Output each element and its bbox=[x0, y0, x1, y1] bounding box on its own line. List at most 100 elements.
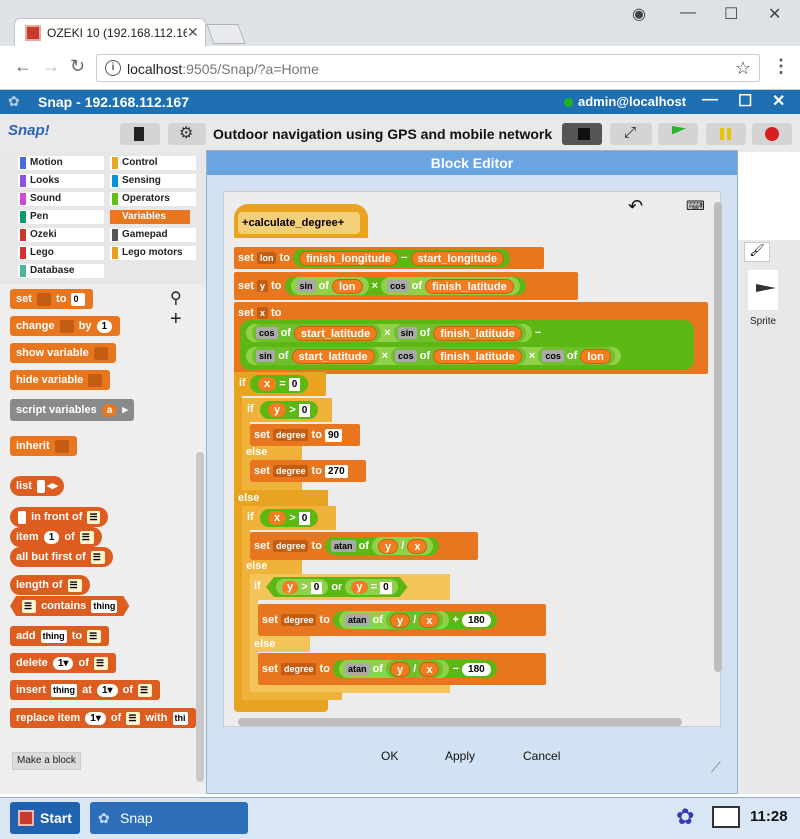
var-reporter[interactable]: y bbox=[390, 612, 411, 628]
func-dropdown[interactable]: atan bbox=[345, 663, 370, 676]
num-slot[interactable]: 180 bbox=[462, 662, 491, 676]
func-dropdown[interactable]: cos bbox=[395, 350, 417, 363]
var-reporter[interactable]: start_latitude bbox=[291, 348, 375, 364]
sprite-thumbnail[interactable] bbox=[748, 270, 778, 310]
func-dropdown[interactable]: cos bbox=[542, 350, 564, 363]
item-slot[interactable] bbox=[18, 510, 26, 524]
category-variables[interactable]: Variables bbox=[110, 210, 190, 224]
undo-icon[interactable]: ↶ bbox=[628, 196, 643, 217]
func-dropdown[interactable]: atan bbox=[345, 614, 370, 627]
delete-from-list-block[interactable]: delete 1▾ of ☰ bbox=[10, 653, 116, 673]
times-reporter[interactable]: sin of lon × cos of finish_latitude bbox=[284, 277, 526, 296]
script-variables-block[interactable]: script variables a ▸ bbox=[10, 399, 134, 421]
num-slot[interactable]: 0 bbox=[288, 378, 301, 391]
var-reporter[interactable]: y bbox=[351, 581, 367, 594]
cos-reporter[interactable]: cos of finish_latitude bbox=[381, 277, 520, 296]
var-reporter[interactable]: finish_latitude bbox=[433, 325, 522, 341]
category-lego[interactable]: Lego bbox=[18, 246, 104, 260]
or-reporter[interactable]: y > 0 or y = 0 bbox=[266, 577, 408, 597]
replace-item-block[interactable]: replace item 1▾ of ☰ with thi bbox=[10, 708, 196, 728]
item-of-block[interactable]: item 1 of ☰ bbox=[10, 527, 102, 547]
var-reporter[interactable]: x bbox=[268, 511, 287, 525]
var-dropdown[interactable] bbox=[59, 319, 74, 333]
reload-icon[interactable]: ↻ bbox=[70, 56, 85, 77]
div-reporter[interactable]: y / x bbox=[386, 611, 444, 630]
new-tab-button[interactable] bbox=[206, 24, 246, 44]
var-reporter[interactable]: finish_latitude bbox=[433, 348, 522, 364]
ok-button[interactable]: OK bbox=[381, 749, 398, 763]
list-slot[interactable]: ☰ bbox=[93, 656, 108, 670]
set-x-block[interactable]: set x to cos of start_latitude × sin of … bbox=[234, 302, 708, 374]
palette-scrollbar[interactable] bbox=[196, 452, 204, 782]
category-looks[interactable]: Looks bbox=[18, 174, 104, 188]
list-slot[interactable]: ☰ bbox=[67, 578, 82, 592]
hide-variable-block[interactable]: hide variable bbox=[10, 370, 111, 390]
sin-reporter[interactable]: sin of finish_latitude bbox=[393, 324, 526, 343]
search-icon[interactable]: ⚲ bbox=[170, 288, 182, 308]
set-degree-atan-minus-180[interactable]: set degree to atan of y / x − 180 bbox=[258, 653, 546, 685]
add-to-list-block[interactable]: add thing to ☰ bbox=[10, 626, 110, 646]
index-slot[interactable]: 1▾ bbox=[52, 656, 74, 670]
list-slot[interactable] bbox=[36, 479, 45, 493]
var-reporter[interactable]: y bbox=[390, 661, 411, 677]
script-vertical-scrollbar[interactable] bbox=[714, 202, 722, 672]
atan-reporter[interactable]: atan of y / x bbox=[339, 660, 450, 679]
insert-at-list-block[interactable]: insert thing at 1▾ of ☰ bbox=[10, 680, 161, 700]
category-lego-motors[interactable]: Lego motors bbox=[110, 246, 196, 260]
stop-button[interactable] bbox=[752, 123, 792, 145]
keyboard-icon[interactable]: ⌨ bbox=[686, 198, 705, 214]
green-flag-button[interactable] bbox=[658, 123, 698, 145]
var-reporter[interactable]: x bbox=[258, 377, 277, 391]
set-var-block[interactable]: set to 0 bbox=[10, 289, 94, 309]
app-maximize-icon[interactable]: ☐ bbox=[738, 91, 752, 111]
close-window-icon[interactable]: ✕ bbox=[768, 4, 781, 24]
profile-icon[interactable]: ◉ bbox=[632, 4, 646, 24]
category-database[interactable]: Database bbox=[18, 264, 104, 278]
var-dropdown[interactable]: lon bbox=[256, 252, 277, 265]
list-slot[interactable]: ☰ bbox=[126, 711, 141, 725]
sin-reporter[interactable]: sin of lon bbox=[290, 277, 369, 296]
category-sensing[interactable]: Sensing bbox=[110, 174, 196, 188]
list-slot[interactable]: ☰ bbox=[138, 683, 153, 697]
contains-block[interactable]: ☰ contains thing bbox=[10, 596, 129, 616]
set-degree-atan-plus-180[interactable]: set degree to atan of y / x + 180 bbox=[258, 604, 546, 636]
all-but-first-block[interactable]: all but first of ☰ bbox=[10, 547, 113, 567]
set-degree-90[interactable]: set degree to 90 bbox=[250, 424, 360, 446]
browser-tab[interactable]: OZEKI 10 (192.168.112.16 ✕ bbox=[14, 18, 206, 46]
var-dropdown[interactable] bbox=[93, 346, 108, 360]
func-dropdown[interactable]: cos bbox=[256, 327, 278, 340]
num-slot[interactable]: 0 bbox=[380, 582, 392, 594]
category-control[interactable]: Control bbox=[110, 156, 196, 170]
list-slot[interactable]: ☰ bbox=[79, 530, 94, 544]
var-reporter[interactable]: lon bbox=[332, 278, 363, 294]
var-reporter[interactable]: lon bbox=[580, 348, 611, 364]
block-prototype[interactable]: +calculate_degree+ bbox=[238, 212, 360, 234]
dialog-title[interactable]: Block Editor bbox=[207, 151, 737, 175]
browser-menu-icon[interactable]: ⋮ bbox=[772, 56, 790, 77]
var-slot[interactable]: a bbox=[101, 403, 118, 417]
apply-button[interactable]: Apply bbox=[445, 749, 475, 763]
cos-reporter[interactable]: cos of finish_latitude bbox=[391, 347, 526, 366]
var-dropdown[interactable] bbox=[54, 439, 69, 453]
minus-reporter[interactable]: atan of y / x − 180 bbox=[333, 660, 497, 679]
script-horizontal-scrollbar[interactable] bbox=[238, 718, 682, 726]
thing-slot[interactable]: thing bbox=[51, 683, 78, 697]
gt-reporter[interactable]: y > 0 bbox=[276, 579, 328, 595]
set-degree-270[interactable]: set degree to 270 bbox=[250, 460, 366, 482]
var-reporter[interactable]: y bbox=[268, 403, 287, 417]
cos-times-sin[interactable]: cos of start_latitude × sin of finish_la… bbox=[246, 324, 532, 343]
list-slot[interactable]: ☰ bbox=[22, 600, 36, 613]
var-dropdown[interactable]: degree bbox=[272, 540, 309, 553]
func-dropdown[interactable]: sin bbox=[397, 327, 417, 340]
var-reporter[interactable]: finish_latitude bbox=[425, 278, 514, 294]
func-dropdown[interactable]: atan bbox=[331, 540, 356, 553]
index-slot[interactable]: 1▾ bbox=[96, 683, 118, 697]
var-reporter[interactable]: x bbox=[419, 612, 440, 628]
list-slot[interactable]: ☰ bbox=[87, 629, 102, 643]
category-motion[interactable]: Motion bbox=[18, 156, 104, 170]
fullscreen-button[interactable]: ⤢ bbox=[610, 123, 652, 145]
var-reporter[interactable]: x bbox=[407, 538, 428, 554]
num-slot[interactable]: 0 bbox=[311, 582, 323, 594]
set-degree-atan[interactable]: set degree to atan of y / x bbox=[250, 532, 478, 560]
snap-tray-icon[interactable]: ✿ bbox=[676, 804, 694, 830]
